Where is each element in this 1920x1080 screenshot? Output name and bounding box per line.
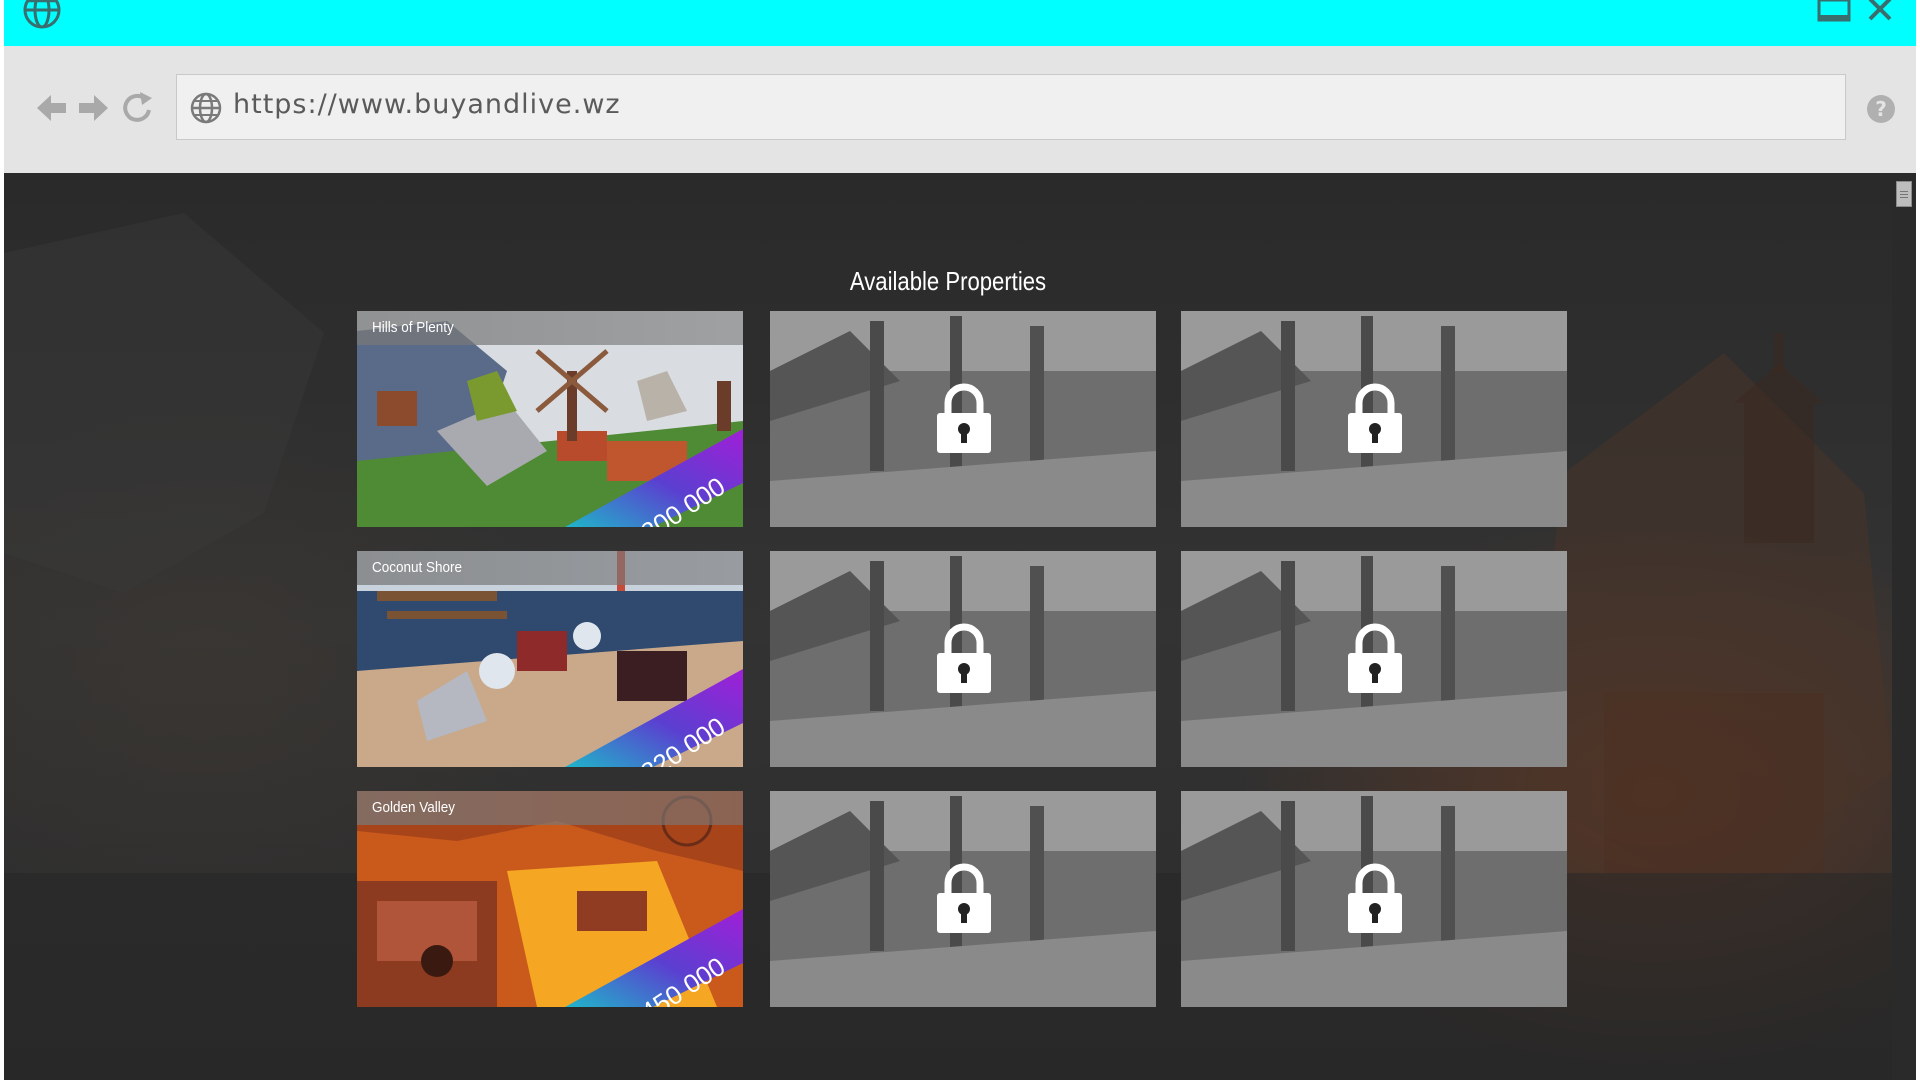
lock-icon <box>935 861 993 935</box>
lock-icon <box>935 381 993 455</box>
locked-property-card[interactable] <box>1181 311 1567 527</box>
minimize-icon[interactable] <box>1816 0 1856 26</box>
scrollbar-thumb[interactable] <box>1896 181 1912 207</box>
svg-text:?: ? <box>1875 97 1887 121</box>
help-icon[interactable]: ? <box>1864 92 1898 126</box>
scrollbar[interactable] <box>1892 173 1916 1080</box>
property-card-coconut-shore[interactable]: Coconut Shore 320 000 <box>357 551 743 767</box>
url-text[interactable]: https://www.buyandlive.wz <box>233 89 621 120</box>
lock-icon <box>1346 861 1404 935</box>
lock-icon <box>935 621 993 695</box>
globe-icon <box>189 91 223 125</box>
reload-icon[interactable] <box>120 90 156 126</box>
locked-property-card[interactable] <box>770 551 1156 767</box>
locked-property-card[interactable] <box>1181 551 1567 767</box>
close-icon[interactable] <box>1862 0 1902 26</box>
title-bar <box>4 0 1916 47</box>
locked-property-card[interactable] <box>770 791 1156 1007</box>
property-card-golden-valley[interactable]: Golden Valley 450 000 <box>357 791 743 1007</box>
locked-property-card[interactable] <box>770 311 1156 527</box>
address-bar[interactable]: https://www.buyandlive.wz <box>176 74 1846 140</box>
browser-window: https://www.buyandlive.wz ? Available Pr… <box>4 0 1916 1080</box>
page-title: Available Properties <box>146 266 1751 297</box>
lock-icon <box>1346 621 1404 695</box>
back-arrow-icon[interactable] <box>34 90 70 126</box>
lock-icon <box>1346 381 1404 455</box>
property-card-hills-of-plenty[interactable]: Hills of Plenty 200 000 <box>357 311 743 527</box>
globe-icon <box>20 0 64 32</box>
locked-property-card[interactable] <box>1181 791 1567 1007</box>
forward-arrow-icon[interactable] <box>75 90 111 126</box>
